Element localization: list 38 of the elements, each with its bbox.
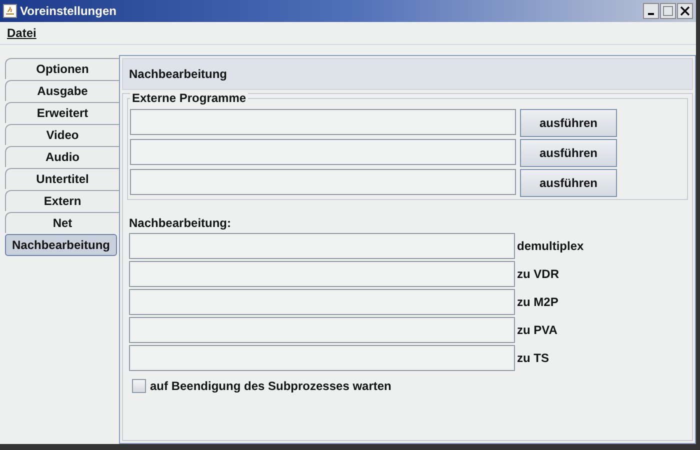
run-button[interactable]: ausführen xyxy=(520,109,617,137)
maximize-icon xyxy=(663,6,673,16)
minimize-icon xyxy=(648,13,654,15)
tab[interactable]: Erweitert xyxy=(5,102,119,123)
tab[interactable]: Ausgabe xyxy=(5,80,119,101)
run-button[interactable]: ausführen xyxy=(520,169,617,197)
input-field[interactable] xyxy=(129,289,515,315)
field-label: zu VDR xyxy=(517,267,559,281)
close-icon xyxy=(680,6,690,16)
input-field[interactable] xyxy=(129,317,515,343)
field-label: demultiplex xyxy=(517,239,584,253)
input-field[interactable] xyxy=(129,261,515,287)
field-label: zu M2P xyxy=(517,295,558,309)
section-label: Nachbearbeitung: xyxy=(128,216,232,230)
checkbox-label: auf Beendigung des Subprozesses warten xyxy=(150,379,392,393)
field-label: zu PVA xyxy=(517,323,558,337)
checkbox[interactable] xyxy=(132,379,146,393)
input-field[interactable] xyxy=(129,233,515,259)
input-field[interactable] xyxy=(129,345,515,371)
input-field[interactable] xyxy=(130,169,516,195)
panel-title: Nachbearbeitung xyxy=(129,67,228,81)
group-title: Externe Programme xyxy=(130,91,248,105)
minimize-button[interactable] xyxy=(643,3,659,19)
input-field[interactable] xyxy=(130,139,516,165)
tab[interactable]: Untertitel xyxy=(5,168,119,189)
field-label: zu TS xyxy=(517,351,549,365)
window-title: Voreinstellungen xyxy=(20,4,118,18)
close-button[interactable] xyxy=(677,3,693,19)
tab[interactable]: Optionen xyxy=(5,58,119,79)
menu-item[interactable]: Datei xyxy=(7,26,36,40)
run-button[interactable]: ausführen xyxy=(520,139,617,167)
tab[interactable]: Net xyxy=(5,212,119,233)
tab[interactable]: Video xyxy=(5,124,119,145)
tab[interactable]: Nachbearbeitung xyxy=(5,234,117,256)
tab[interactable]: Extern xyxy=(5,190,119,211)
app-icon xyxy=(3,4,17,18)
input-field[interactable] xyxy=(130,109,516,135)
tab[interactable]: Audio xyxy=(5,146,119,167)
